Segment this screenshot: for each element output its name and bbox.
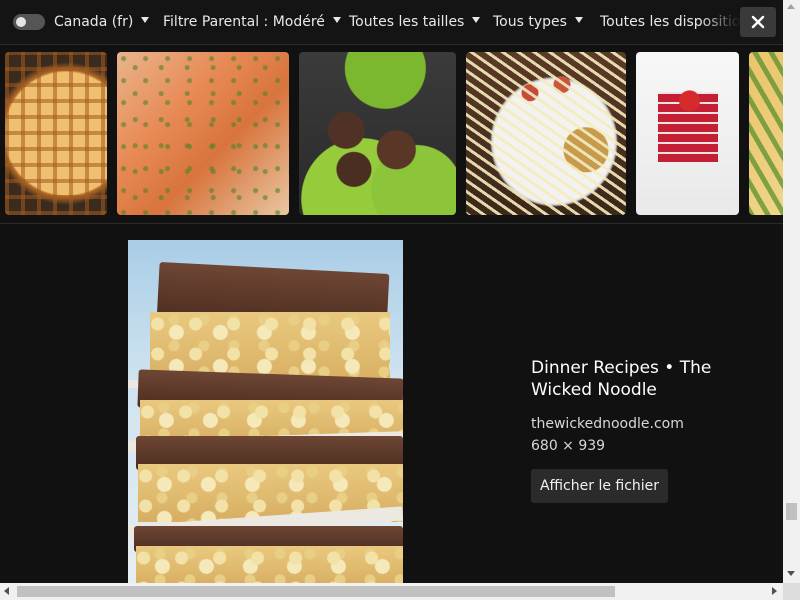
open-file-button[interactable]: Afficher le fichier <box>531 469 668 503</box>
chevron-down-icon <box>574 17 583 23</box>
scrollbar-corner <box>783 583 800 600</box>
close-button[interactable] <box>740 7 776 37</box>
region-toggle[interactable] <box>13 14 45 30</box>
scroll-right-icon[interactable] <box>772 587 777 595</box>
safe-search-label: Filtre Parental : Modéré <box>163 14 325 30</box>
overflow-fade <box>700 0 740 44</box>
scroll-up-icon[interactable] <box>787 4 795 9</box>
horizontal-scrollbar[interactable] <box>0 583 783 600</box>
red-velvet-pancakes-thumbnail[interactable] <box>636 52 739 215</box>
image-dimensions: 680 × 939 <box>531 438 606 454</box>
preview-title[interactable]: Dinner Recipes • The Wicked Noodle <box>531 357 761 401</box>
scroll-down-icon[interactable] <box>787 571 795 576</box>
safe-search-dropdown[interactable]: Filtre Parental : Modéré <box>163 12 341 32</box>
preview-image[interactable] <box>128 240 403 585</box>
bar-layer <box>136 546 403 585</box>
pasta-plate-thumbnail[interactable] <box>466 52 626 215</box>
salmon-thumbnail[interactable] <box>117 52 289 215</box>
filter-bar: Canada (fr) Filtre Parental : Modéré Tou… <box>0 0 783 45</box>
lattice-pie-thumbnail[interactable] <box>5 52 107 215</box>
chevron-down-icon <box>472 17 481 23</box>
toggle-knob <box>16 17 26 27</box>
vertical-scroll-thumb[interactable] <box>786 503 797 520</box>
size-label: Toutes les tailles <box>349 14 465 30</box>
close-icon <box>751 15 765 29</box>
meatballs-thumbnail[interactable] <box>299 52 456 215</box>
scroll-left-icon[interactable] <box>4 587 9 595</box>
vertical-scrollbar[interactable] <box>783 0 800 583</box>
type-label: Tous types <box>493 14 567 30</box>
horizontal-scroll-thumb[interactable] <box>17 586 615 597</box>
type-dropdown[interactable]: Tous types <box>493 12 583 32</box>
region-label: Canada (fr) <box>54 14 134 30</box>
size-dropdown[interactable]: Toutes les tailles <box>349 12 481 32</box>
vegetable-tart-thumbnail[interactable] <box>749 52 783 215</box>
region-dropdown[interactable]: Canada (fr) <box>54 12 150 32</box>
source-domain[interactable]: thewickednoodle.com <box>531 416 684 432</box>
chevron-down-icon <box>332 17 341 23</box>
related-images-strip <box>0 45 783 224</box>
chevron-down-icon <box>141 17 150 23</box>
